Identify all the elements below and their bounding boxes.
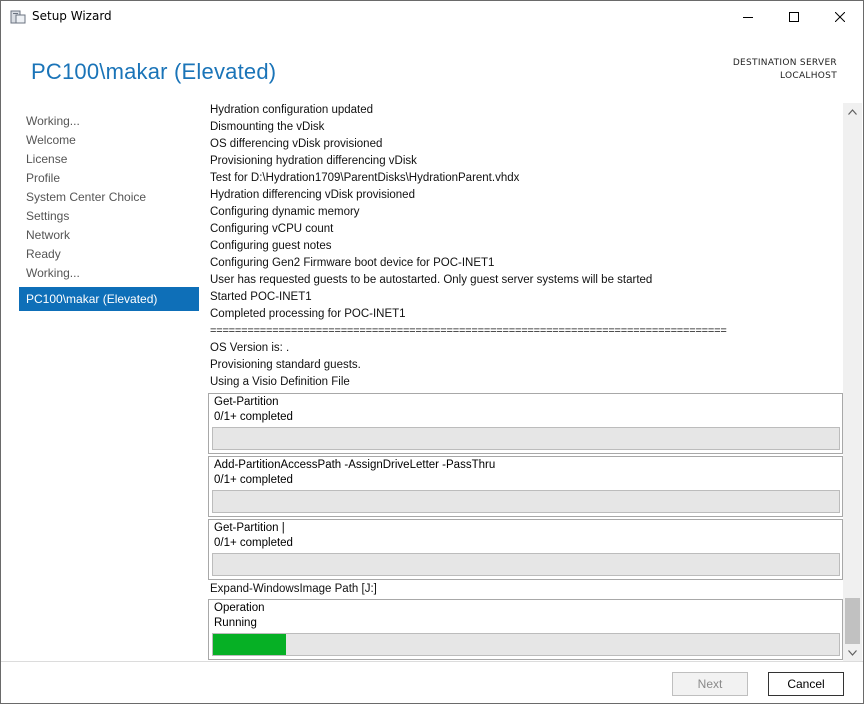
nav-item-profile[interactable]: Profile — [19, 169, 199, 188]
page-title: PC100\makar (Elevated) — [31, 59, 277, 84]
nav-item-active[interactable]: PC100\makar (Elevated) — [19, 287, 199, 311]
operation-progress-record: Operation Running — [208, 599, 843, 660]
log-line: Using a Visio Definition File — [210, 376, 350, 388]
log-line: OS differencing vDisk provisioned — [210, 138, 383, 150]
log-line: Configuring dynamic memory — [210, 206, 360, 218]
nav-item-working-2[interactable]: Working... — [19, 264, 199, 283]
destination-server: DESTINATION SERVER LOCALHOST — [733, 57, 837, 83]
scroll-up-button[interactable] — [843, 103, 862, 120]
wizard-nav: Working... Welcome License Profile Syste… — [19, 112, 199, 311]
nav-item-network[interactable]: Network — [19, 226, 199, 245]
progress-bar — [212, 490, 840, 513]
log-line: Completed processing for POC-INET1 — [210, 308, 406, 320]
destination-server-value: LOCALHOST — [780, 71, 837, 81]
maximize-icon — [789, 11, 799, 22]
progress-status: 0/1+ completed — [214, 411, 293, 423]
log-line: Started POC-INET1 — [210, 291, 312, 303]
progress-bar-fill — [213, 634, 286, 655]
output-log[interactable]: Hydration configuration updated Dismount… — [204, 103, 862, 661]
log-line: Configuring vCPU count — [210, 223, 334, 235]
log-line: Expand-WindowsImage Path [J:] — [210, 583, 377, 595]
chevron-up-icon — [848, 108, 857, 115]
progress-activity: Operation — [214, 602, 265, 614]
log-line: Provisioning standard guests. — [210, 359, 361, 371]
destination-server-label: DESTINATION SERVER — [732, 58, 837, 68]
next-button[interactable]: Next — [672, 672, 748, 696]
nav-item-ready[interactable]: Ready — [19, 245, 199, 264]
log-line: User has requested guests to be autostar… — [210, 274, 653, 286]
log-line: Hydration configuration updated — [210, 104, 374, 116]
vertical-scrollbar[interactable] — [843, 103, 862, 661]
nav-item-working[interactable]: Working... — [19, 112, 199, 131]
log-line: Provisioning hydration differencing vDis… — [210, 155, 417, 167]
progress-activity: Get-Partition | — [214, 522, 285, 534]
log-line: Hydration differencing vDisk provisioned — [210, 189, 415, 201]
log-line: Configuring Gen2 Firmware boot device fo… — [210, 257, 495, 269]
progress-bar — [212, 633, 840, 656]
log-line: Configuring guest notes — [210, 240, 332, 252]
progress-record: Get-Partition 0/1+ completed — [208, 393, 843, 454]
nav-item-license[interactable]: License — [19, 150, 199, 169]
chevron-down-icon — [848, 649, 857, 656]
progress-record: Add-PartitionAccessPath -AssignDriveLett… — [208, 456, 843, 517]
window-title: Setup Wizard — [32, 9, 112, 23]
title-bar[interactable]: Setup Wizard — [1, 1, 863, 32]
maximize-button[interactable] — [771, 1, 817, 32]
nav-item-system-center-choice[interactable]: System Center Choice — [19, 188, 199, 207]
progress-activity: Add-PartitionAccessPath -AssignDriveLett… — [214, 459, 496, 471]
progress-record: Get-Partition | 0/1+ completed — [208, 519, 843, 580]
log-line: Test for D:\Hydration1709\ParentDisks\Hy… — [210, 172, 520, 184]
cancel-button[interactable]: Cancel — [768, 672, 844, 696]
progress-status: 0/1+ completed — [214, 474, 293, 486]
footer-divider — [1, 661, 863, 662]
setup-wizard-window: Setup Wizard PC100\makar (Elevated) DEST… — [0, 0, 864, 704]
close-icon — [835, 11, 845, 22]
minimize-button[interactable] — [725, 1, 771, 32]
wizard-app-icon — [10, 10, 26, 24]
scroll-down-button[interactable] — [843, 644, 862, 661]
close-button[interactable] — [817, 1, 863, 32]
log-line: OS Version is: . — [210, 342, 290, 354]
log-line: Dismounting the vDisk — [210, 121, 325, 133]
nav-item-welcome[interactable]: Welcome — [19, 131, 199, 150]
progress-status: Running — [214, 617, 257, 629]
progress-activity: Get-Partition — [214, 396, 279, 408]
nav-item-settings[interactable]: Settings — [19, 207, 199, 226]
progress-bar — [212, 553, 840, 576]
progress-status: 0/1+ completed — [214, 537, 293, 549]
progress-bar — [212, 427, 840, 450]
scrollbar-thumb[interactable] — [845, 598, 860, 644]
minimize-icon — [743, 16, 753, 18]
log-separator: ========================================… — [210, 325, 727, 337]
